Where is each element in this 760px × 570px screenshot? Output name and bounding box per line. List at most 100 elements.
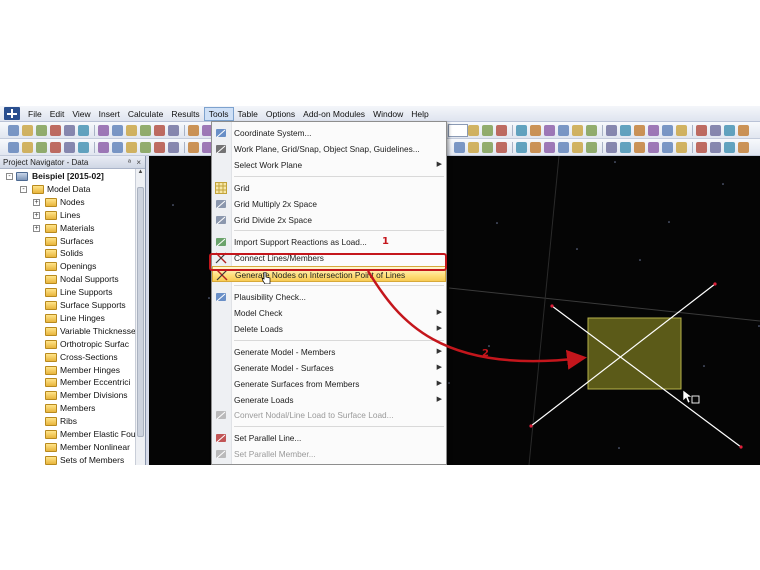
menu-options[interactable]: Options (262, 107, 299, 121)
toolbar-button-icon[interactable] (468, 125, 479, 136)
toolbar-button-icon[interactable] (482, 142, 493, 153)
navigator-tree-item[interactable]: Solids (0, 247, 136, 260)
navigator-tree-item[interactable]: Surfaces (0, 235, 136, 248)
expand-icon[interactable]: + (33, 198, 40, 206)
toolbar-button-icon[interactable] (572, 142, 583, 153)
toolbar-button-icon[interactable] (188, 125, 199, 136)
toolbar-button-icon[interactable] (634, 125, 645, 136)
toolbar-button-icon[interactable] (36, 125, 47, 136)
toolbar-button-icon[interactable] (710, 142, 721, 153)
navigator-tree-item[interactable]: Members (0, 402, 136, 415)
toolbar-button-icon[interactable] (140, 142, 151, 153)
toolbar-button-icon[interactable] (454, 142, 465, 153)
navigator-tree-item[interactable]: + Nodes (0, 196, 136, 209)
toolbar-button-icon[interactable] (78, 142, 89, 153)
navigator-tree-item[interactable]: Cross-Sections (0, 351, 136, 364)
navigator-tree-item[interactable]: Member Eccentrici (0, 376, 136, 389)
menu-window[interactable]: Window (369, 107, 407, 121)
toolbar-button-icon[interactable] (648, 125, 659, 136)
toolbar-button-icon[interactable] (154, 125, 165, 136)
node-point[interactable] (739, 445, 743, 449)
scroll-up-arrow-icon[interactable]: ▲ (136, 169, 145, 179)
navigator-tree-item[interactable]: Member Divisions (0, 389, 136, 402)
navigator-tree-item[interactable]: Nodal Supports (0, 273, 136, 286)
menu-item[interactable]: Generate Surfaces from Members ▶ (212, 376, 446, 392)
toolbar-button-icon[interactable] (558, 142, 569, 153)
toolbar-button-icon[interactable] (544, 125, 555, 136)
toolbar-button-icon[interactable] (620, 125, 631, 136)
toolbar-dropdown[interactable] (448, 124, 468, 137)
menu-results[interactable]: Results (167, 107, 203, 121)
menu-add-on-modules[interactable]: Add-on Modules (299, 107, 369, 121)
toolbar-button-icon[interactable] (50, 142, 61, 153)
navigator-tree-item[interactable]: + Lines (0, 209, 136, 222)
menu-item[interactable]: Generate Nodes on Intersection Point of … (212, 266, 446, 285)
toolbar-button-icon[interactable] (696, 125, 707, 136)
collapse-icon[interactable]: - (20, 185, 27, 193)
toolbar-button-icon[interactable] (662, 142, 673, 153)
toolbar-button-icon[interactable] (634, 142, 645, 153)
menu-file[interactable]: File (24, 107, 46, 121)
toolbar-button-icon[interactable] (738, 125, 749, 136)
toolbar-button-icon[interactable] (482, 125, 493, 136)
toolbar-button-icon[interactable] (620, 142, 631, 153)
scrollbar-thumb[interactable] (137, 187, 144, 437)
toolbar-button-icon[interactable] (572, 125, 583, 136)
navigator-tree-item[interactable]: Member Elastic Fou (0, 428, 136, 441)
toolbar-button-icon[interactable] (126, 142, 137, 153)
node-point[interactable] (550, 304, 554, 308)
toolbar-button-icon[interactable] (64, 142, 75, 153)
toolbar-button-icon[interactable] (516, 142, 527, 153)
navigator-tree-item[interactable]: - Model Data (0, 183, 136, 196)
navigator-tree-item[interactable]: Orthotropic Surfac (0, 338, 136, 351)
surface-rectangle[interactable] (587, 317, 682, 390)
toolbar-button-icon[interactable] (98, 142, 109, 153)
navigator-tree-item[interactable]: Member Hinges (0, 364, 136, 377)
menu-item[interactable]: Set Parallel Line... (212, 430, 446, 446)
toolbar-button-icon[interactable] (78, 125, 89, 136)
toolbar-button-icon[interactable] (724, 142, 735, 153)
toolbar-button-icon[interactable] (496, 142, 507, 153)
node-point[interactable] (529, 424, 533, 428)
toolbar-button-icon[interactable] (696, 142, 707, 153)
toolbar-button-icon[interactable] (168, 142, 179, 153)
toolbar-button-icon[interactable] (530, 125, 541, 136)
menu-item[interactable]: Import Support Reactions as Load... (212, 234, 446, 250)
toolbar-button-icon[interactable] (544, 142, 555, 153)
menu-item[interactable]: Grid Multiply 2x Space (212, 196, 446, 212)
toolbar-button-icon[interactable] (676, 142, 687, 153)
toolbar-button-icon[interactable] (112, 142, 123, 153)
menu-item[interactable]: Delete Loads ▶ (212, 321, 446, 337)
toolbar-button-icon[interactable] (22, 142, 33, 153)
menu-help[interactable]: Help (407, 107, 432, 121)
toolbar-button-icon[interactable] (188, 142, 199, 153)
line-diagonal-b[interactable] (530, 283, 716, 427)
menu-item[interactable]: Plausibility Check... (212, 289, 446, 305)
toolbar-button-icon[interactable] (738, 142, 749, 153)
toolbar-button-icon[interactable] (724, 125, 735, 136)
navigator-tree-item[interactable]: Variable Thicknesse (0, 325, 136, 338)
navigator-tree-item[interactable]: Sets of Members (0, 454, 136, 465)
navigator-tree-item[interactable]: Openings (0, 260, 136, 273)
menu-item[interactable]: Select Work Plane ▶ (212, 157, 446, 173)
navigator-tree-item[interactable]: - Beispiel [2015-02] (0, 170, 136, 183)
menu-calculate[interactable]: Calculate (124, 107, 167, 121)
menu-item[interactable]: Connect Lines/Members (212, 250, 446, 266)
menu-item[interactable]: Work Plane, Grid/Snap, Object Snap, Guid… (212, 141, 446, 157)
toolbar-button-icon[interactable] (140, 125, 151, 136)
toolbar-button-icon[interactable] (8, 125, 19, 136)
toolbar-button-icon[interactable] (516, 125, 527, 136)
close-icon[interactable]: × (136, 156, 141, 169)
toolbar-button-icon[interactable] (606, 125, 617, 136)
menu-item[interactable]: Coordinate System... (212, 125, 446, 141)
menu-item[interactable]: Generate Model - Surfaces ▶ (212, 360, 446, 376)
menu-view[interactable]: View (68, 107, 94, 121)
expand-icon[interactable]: + (33, 211, 40, 219)
toolbar-button-icon[interactable] (496, 125, 507, 136)
navigator-tree-item[interactable]: Line Hinges (0, 312, 136, 325)
navigator-tree-item[interactable]: Surface Supports (0, 299, 136, 312)
toolbar-button-icon[interactable] (468, 142, 479, 153)
toolbar-button-icon[interactable] (64, 125, 75, 136)
expand-icon[interactable]: + (33, 224, 40, 232)
toolbar-button-icon[interactable] (154, 142, 165, 153)
